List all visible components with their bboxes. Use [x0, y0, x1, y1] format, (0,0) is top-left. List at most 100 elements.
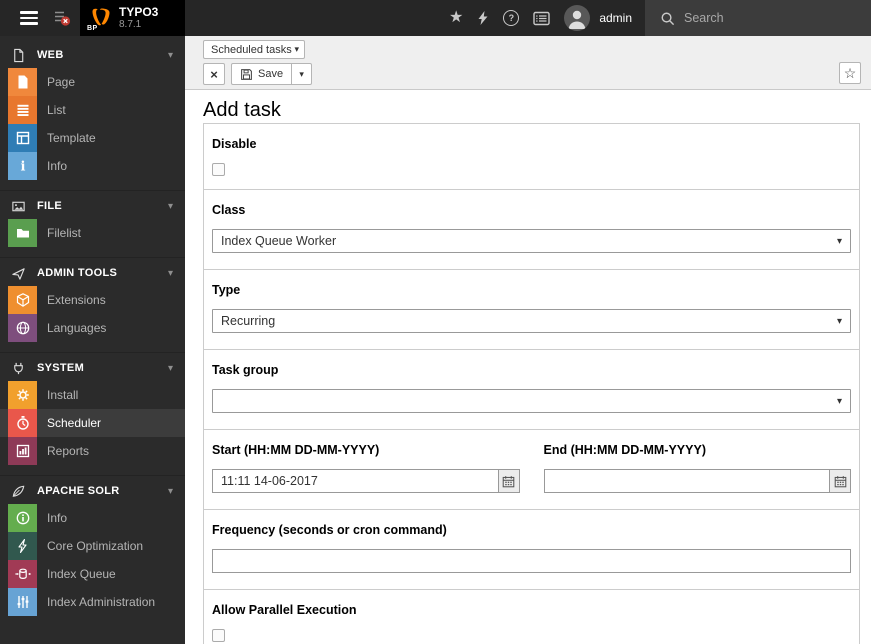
- start-calendar-button[interactable]: [497, 469, 520, 493]
- parallel-checkbox[interactable]: [212, 629, 225, 642]
- end-label: End (HH:MM DD-MM-YYYY): [543, 443, 706, 457]
- bar-chart-icon: [8, 437, 37, 465]
- form-row-start-end: Start (HH:MM DD-MM-YYYY) End (HH:MM DD-M…: [204, 429, 859, 509]
- topbar-search[interactable]: Search: [645, 0, 871, 36]
- sidebar-item-page[interactable]: Page: [0, 68, 185, 96]
- bookmark-star-button[interactable]: ☆: [839, 62, 861, 84]
- favorites-star-icon[interactable]: ★: [449, 10, 463, 26]
- class-select[interactable]: Index Queue Worker ▾: [212, 229, 851, 253]
- floppy-icon: [241, 68, 252, 80]
- type-select[interactable]: Recurring ▾: [212, 309, 851, 333]
- close-button[interactable]: ×: [203, 63, 225, 85]
- section-label: APACHE SOLR: [37, 485, 120, 497]
- scheduler-view-dropdown-value: Scheduled tasks: [211, 43, 292, 56]
- type-label: Type: [212, 283, 241, 297]
- form-row-disable: Disable: [204, 124, 859, 189]
- chevron-down-icon: ▾: [167, 49, 173, 61]
- start-input[interactable]: [212, 469, 499, 493]
- form-row-class: Class Index Queue Worker ▾: [204, 189, 859, 269]
- sidebar-item-scheduler[interactable]: Scheduler: [0, 409, 185, 437]
- sidebar-section-header-system[interactable]: SYSTEM ▾: [0, 355, 185, 381]
- app-title: TYPO3: [119, 5, 159, 19]
- svg-text:i: i: [20, 160, 25, 175]
- disable-checkbox[interactable]: [212, 163, 225, 176]
- plug-icon: [11, 361, 26, 376]
- docheader: Scheduled tasks ▾ × Save ▾ ☆: [185, 36, 871, 90]
- save-dropdown-button[interactable]: ▾: [292, 63, 313, 85]
- sidebar-item-extensions[interactable]: Extensions: [0, 286, 185, 314]
- save-button[interactable]: Save: [231, 63, 293, 85]
- save-button-label: Save: [258, 68, 284, 80]
- open-documents-button[interactable]: [52, 8, 72, 28]
- frequency-label: Frequency (seconds or cron command): [212, 523, 447, 537]
- end-input[interactable]: [543, 469, 830, 493]
- database-arrows-icon: [8, 560, 37, 588]
- topbar-icons: ★ ? admin: [449, 0, 645, 36]
- sidebar-item-list[interactable]: List: [0, 96, 185, 124]
- rocket-icon: [11, 266, 26, 281]
- sidebar-item-index-queue[interactable]: Index Queue: [0, 560, 185, 588]
- sidebar-item-solr-info[interactable]: Info: [0, 504, 185, 532]
- sidebar-item-template[interactable]: Template: [0, 124, 185, 152]
- chevron-down-icon: ▾: [836, 235, 842, 247]
- feather-icon: [11, 484, 26, 499]
- person-icon: [568, 10, 586, 29]
- hamburger-icon: [20, 11, 38, 14]
- class-select-value: Index Queue Worker: [221, 234, 337, 248]
- page-title: Add task: [203, 99, 281, 121]
- section-label: ADMIN TOOLS: [37, 267, 118, 279]
- frequency-input[interactable]: [212, 549, 851, 573]
- scheduler-view-dropdown[interactable]: Scheduled tasks ▾: [203, 40, 305, 59]
- sidebar-section-apache-solr: APACHE SOLR ▾ Info Core Optimization Ind…: [0, 475, 185, 616]
- globe-icon: [8, 314, 37, 342]
- sidebar-section-header-file[interactable]: FILE ▾: [0, 193, 185, 219]
- typo3-logo-icon: BP: [86, 5, 114, 32]
- sidebar-item-reports[interactable]: Reports: [0, 437, 185, 465]
- content-area: Scheduled tasks ▾ × Save ▾ ☆ Add task Di…: [185, 36, 871, 644]
- section-label: FILE: [37, 200, 63, 212]
- sidebar-section-admin-tools: ADMIN TOOLS ▾ Extensions Languages: [0, 257, 185, 342]
- user-avatar[interactable]: [564, 5, 591, 31]
- task-group-select[interactable]: ▾: [212, 389, 851, 413]
- end-calendar-button[interactable]: [829, 469, 851, 493]
- sidebar-item-info[interactable]: i Info: [0, 152, 185, 180]
- sidebar-item-install[interactable]: Install: [0, 381, 185, 409]
- folder-icon: [8, 219, 37, 247]
- chevron-down-icon: ▾: [167, 200, 173, 212]
- username-label[interactable]: admin: [599, 11, 632, 25]
- menu-toggle-button[interactable]: [20, 11, 38, 25]
- open-documents-close-badge-icon: [55, 11, 71, 26]
- calendar-icon: [834, 475, 846, 487]
- list-module-icon[interactable]: [533, 11, 551, 26]
- sidebar-section-header-web[interactable]: WEB ▾: [0, 42, 185, 68]
- type-select-value: Recurring: [221, 314, 276, 328]
- image-icon: [11, 199, 26, 214]
- form-row-task-group: Task group ▾: [204, 349, 859, 429]
- page-module-icon: [8, 68, 37, 96]
- logo-block[interactable]: BP TYPO3 8.7.1: [80, 0, 185, 36]
- help-icon[interactable]: ?: [503, 10, 520, 26]
- sidebar-section-file: FILE ▾ Filelist: [0, 190, 185, 247]
- chevron-down-icon: ▾: [836, 315, 842, 327]
- section-label: WEB: [37, 49, 64, 61]
- sidebar-item-languages[interactable]: Languages: [0, 314, 185, 342]
- logo-badge: BP: [86, 25, 99, 32]
- document-icon: [11, 48, 26, 63]
- sidebar-item-index-administration[interactable]: Index Administration: [0, 588, 185, 616]
- clear-cache-bolt-icon[interactable]: [477, 10, 489, 26]
- sidebar-section-header-apache-solr[interactable]: APACHE SOLR ▾: [0, 478, 185, 504]
- parallel-label: Allow Parallel Execution: [212, 603, 357, 617]
- list-icon: [8, 96, 37, 124]
- sidebar-section-header-admin-tools[interactable]: ADMIN TOOLS ▾: [0, 260, 185, 286]
- docheader-buttons: × Save ▾: [203, 63, 861, 85]
- app-version: 8.7.1: [119, 19, 142, 30]
- form-row-type: Type Recurring ▾: [204, 269, 859, 349]
- search-placeholder: Search: [684, 11, 724, 25]
- form-row-frequency: Frequency (seconds or cron command): [204, 509, 859, 589]
- sidebar-item-filelist[interactable]: Filelist: [0, 219, 185, 247]
- lightning-icon: [8, 532, 37, 560]
- sidebar-item-core-optimization[interactable]: Core Optimization: [0, 532, 185, 560]
- info-circle-icon: [8, 504, 37, 532]
- class-label: Class: [212, 203, 246, 217]
